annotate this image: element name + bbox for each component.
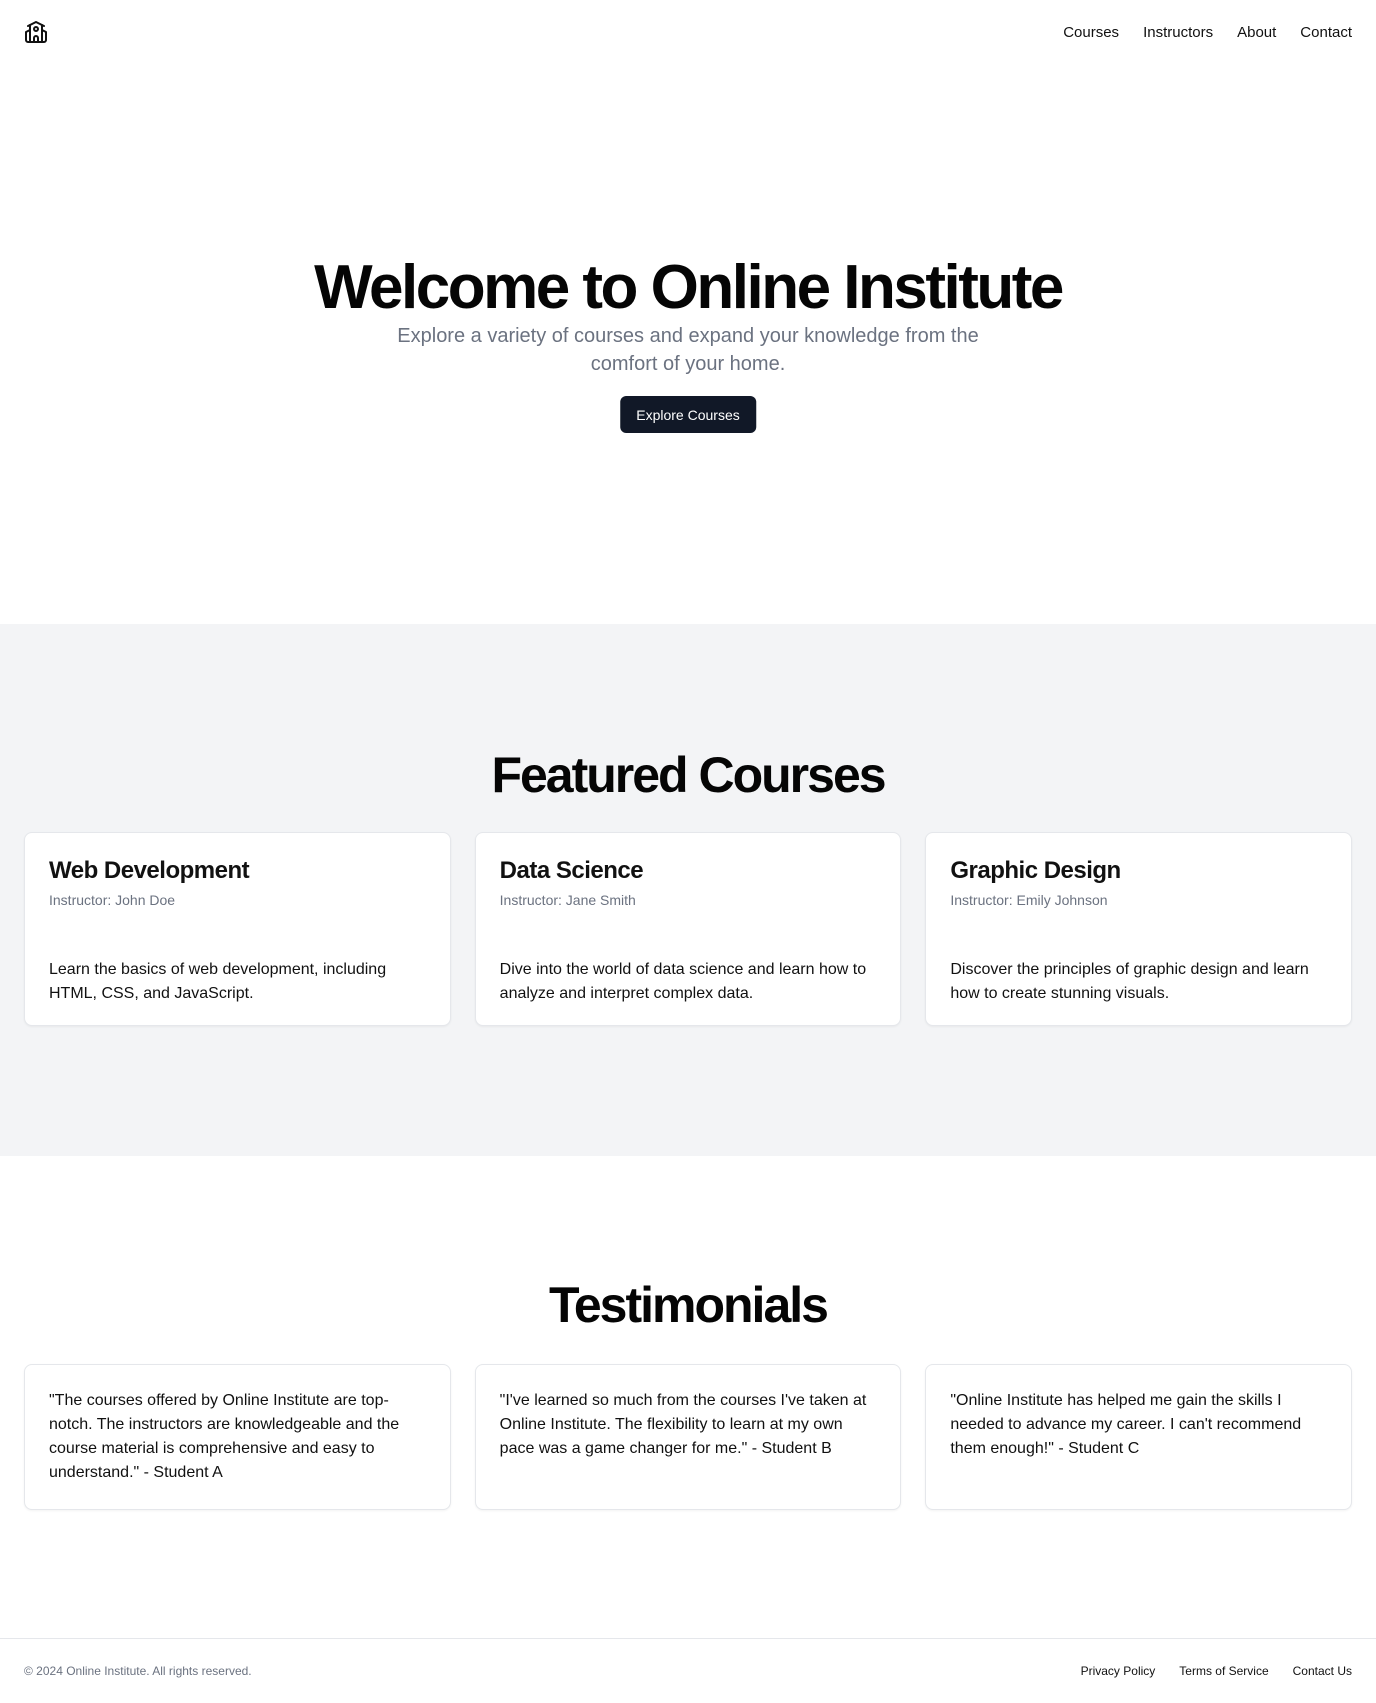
testimonial-card: "The courses offered by Online Institute… (24, 1364, 451, 1510)
course-description: Dive into the world of data science and … (499, 960, 867, 1002)
course-title: Data Science (499, 857, 644, 884)
footer-link-privacy-policy[interactable]: Privacy Policy (1081, 1664, 1156, 1678)
nav-link-about[interactable]: About (1237, 24, 1276, 41)
site-footer: © 2024 Online Institute. All rights rese… (0, 1638, 1376, 1703)
testimonial-card-list: "The courses offered by Online Institute… (24, 1364, 1353, 1510)
hero-subtitle: Explore a variety of courses and expand … (397, 325, 979, 375)
footer-link-terms-of-service[interactable]: Terms of Service (1179, 1664, 1268, 1678)
course-instructor: Instructor: Jane Smith (499, 891, 636, 908)
course-card[interactable]: Graphic Design Instructor: Emily Johnson… (925, 832, 1353, 1026)
testimonial-quote: "Online Institute has helped me gain the… (950, 1392, 1302, 1457)
hero-section: Welcome to Online Institute Explore a va… (0, 64, 1376, 624)
nav-link-instructors[interactable]: Instructors (1143, 24, 1213, 41)
featured-courses-title: Featured Courses (491, 747, 886, 803)
course-card-list: Web Development Instructor: John Doe Lea… (24, 832, 1353, 1026)
testimonial-quote: "The courses offered by Online Institute… (49, 1392, 400, 1481)
course-title: Web Development (49, 857, 250, 884)
course-description: Discover the principles of graphic desig… (950, 960, 1309, 1002)
testimonial-card: "I've learned so much from the courses I… (474, 1364, 902, 1510)
course-instructor: Instructor: John Doe (49, 891, 176, 908)
testimonial-quote: "I've learned so much from the courses I… (499, 1392, 867, 1457)
course-card[interactable]: Web Development Instructor: John Doe Lea… (24, 832, 451, 1026)
logo-link[interactable] (24, 20, 48, 44)
testimonials-section: Testimonials "The courses offered by Onl… (0, 1156, 1376, 1636)
course-title: Graphic Design (950, 857, 1121, 884)
hero-title: Welcome to Online Institute (314, 253, 1064, 322)
nav-link-contact[interactable]: Contact (1300, 24, 1352, 41)
course-card[interactable]: Data Science Instructor: Jane Smith Dive… (474, 832, 902, 1026)
footer-link-contact-us[interactable]: Contact Us (1293, 1664, 1352, 1678)
testimonials-title: Testimonials (549, 1277, 829, 1333)
main-nav: Courses Instructors About Contact (1063, 24, 1352, 41)
footer-nav: Privacy Policy Terms of Service Contact … (1081, 1664, 1352, 1678)
copyright-text: © 2024 Online Institute. All rights rese… (24, 1664, 252, 1678)
testimonial-card: "Online Institute has helped me gain the… (925, 1364, 1353, 1510)
nav-link-courses[interactable]: Courses (1063, 24, 1119, 41)
explore-courses-button[interactable]: Explore Courses (620, 396, 756, 433)
site-header: Courses Instructors About Contact (0, 0, 1376, 64)
course-description: Learn the basics of web development, inc… (49, 960, 387, 1002)
school-building-icon (24, 20, 48, 44)
course-instructor: Instructor: Emily Johnson (950, 891, 1108, 908)
featured-courses-section: Featured Courses Web Development Instruc… (0, 624, 1376, 1156)
